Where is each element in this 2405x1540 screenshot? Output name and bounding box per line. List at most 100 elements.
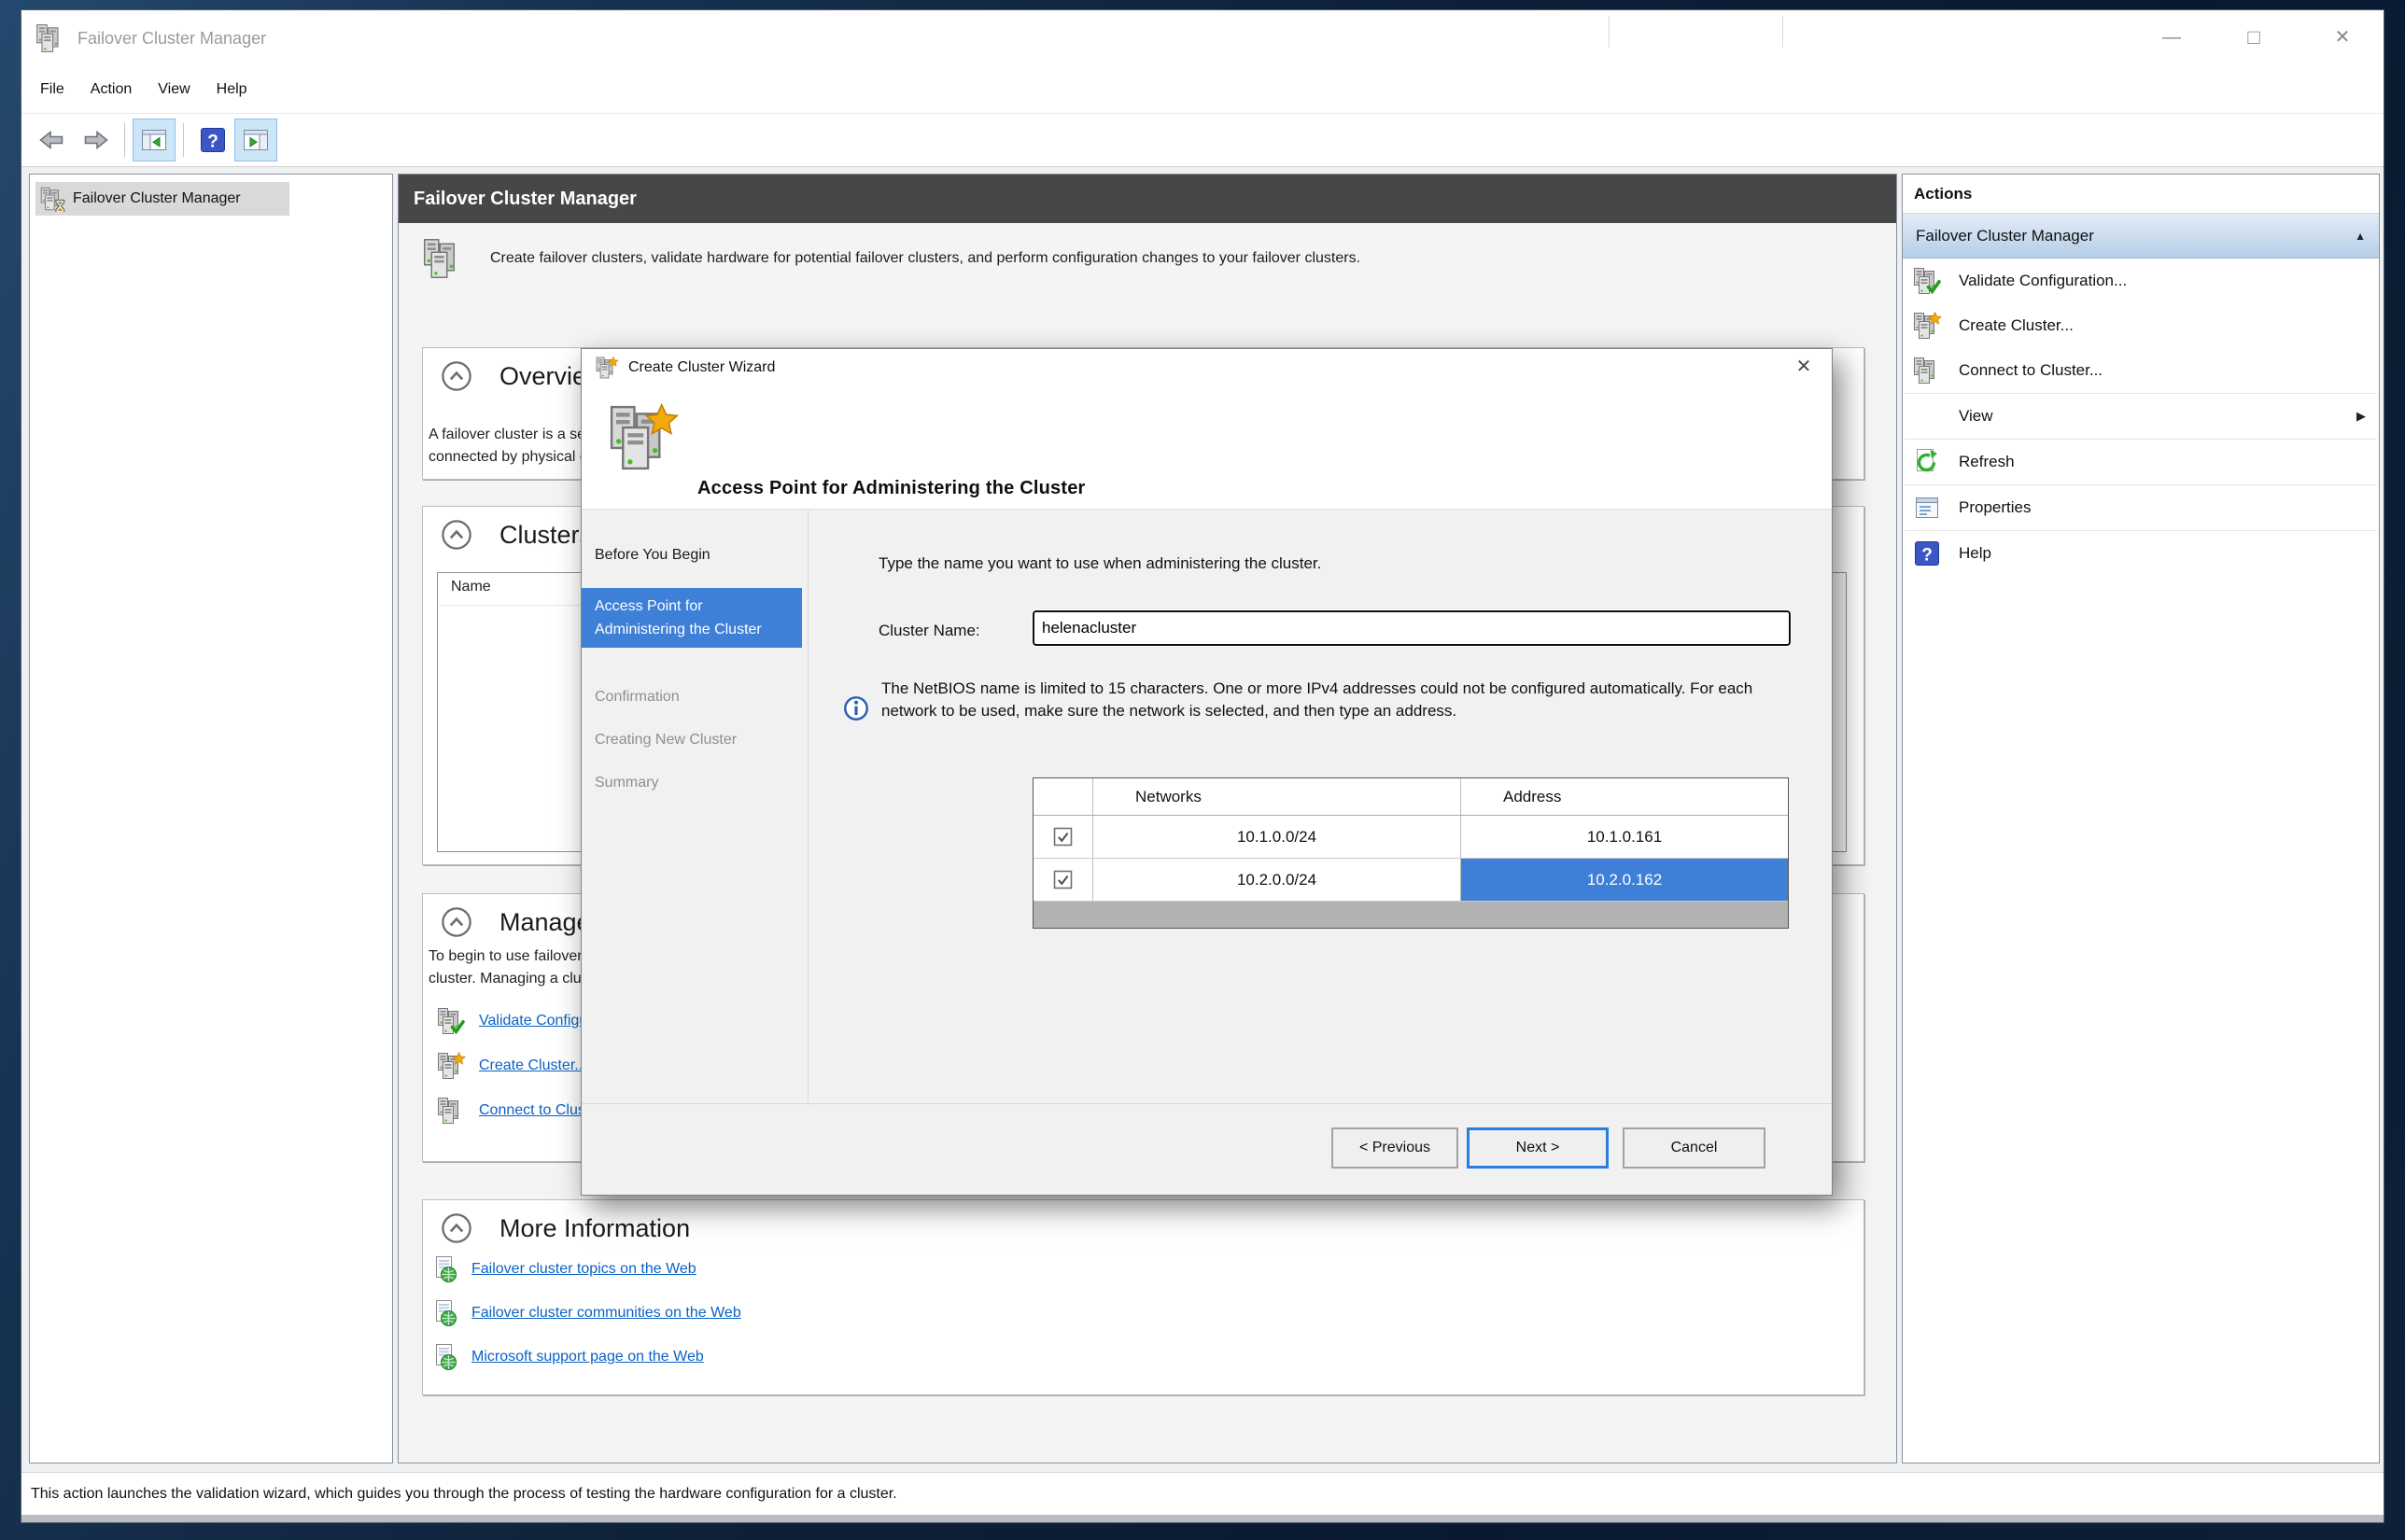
servers-check-icon — [436, 1006, 466, 1036]
info-text: The NetBIOS name is limited to 15 charac… — [881, 678, 1759, 722]
collapse-chevron-icon[interactable] — [440, 359, 473, 393]
main-panel-header: Failover Cluster Manager — [399, 175, 1896, 223]
tree-item-failover-cluster-manager[interactable]: Failover Cluster Manager — [35, 182, 289, 216]
intro-text: Create failover clusters, validate hardw… — [490, 250, 1360, 267]
clusters-header: Clusters — [440, 518, 592, 552]
back-button[interactable] — [31, 119, 74, 161]
step-creating-new-cluster: Creating New Cluster — [582, 732, 808, 749]
cancel-button[interactable]: Cancel — [1623, 1127, 1765, 1169]
network-2-address-selected[interactable]: 10.2.0.162 — [1461, 859, 1788, 901]
menu-view[interactable]: View — [145, 81, 203, 98]
minimize-button[interactable]: — — [2142, 10, 2201, 66]
icon-placeholder — [1912, 401, 1942, 431]
dialog-title: Create Cluster Wizard — [628, 359, 775, 376]
action-validate-configuration[interactable]: Validate Configuration... — [1903, 259, 2379, 303]
forward-button[interactable] — [74, 119, 117, 161]
back-arrow-icon — [37, 125, 67, 155]
console-tree-panel: Failover Cluster Manager — [29, 174, 393, 1463]
actions-pane-title: Actions — [1903, 175, 2379, 214]
failover-cluster-communities-link[interactable]: Failover cluster communities on the Web — [471, 1305, 741, 1322]
networks-table: Networks Address 10.1.0.0/24 10.1.0.161 … — [1033, 777, 1789, 929]
step-before-you-begin[interactable]: Before You Begin — [582, 547, 808, 564]
action-help[interactable]: Help — [1903, 531, 2379, 576]
network-2-checkbox[interactable] — [1034, 859, 1093, 901]
network-1-address[interactable]: 10.1.0.161 — [1461, 816, 1788, 858]
intro-row: Create failover clusters, validate hardw… — [421, 236, 1360, 281]
maximize-button[interactable]: □ — [2224, 10, 2284, 66]
wizard-icon — [595, 356, 619, 380]
help-toolbar-button[interactable] — [191, 119, 234, 161]
create-cluster-link-row: Create Cluster... — [436, 1051, 587, 1081]
servers-icon — [436, 1096, 466, 1126]
wizard-header: Access Point for Administering the Clust… — [582, 386, 1832, 510]
submenu-arrow-icon: ▶ — [2356, 409, 2366, 424]
actions-pane: Actions Failover Cluster Manager ▲ Valid… — [1902, 174, 2380, 1463]
menu-file[interactable]: File — [27, 81, 77, 98]
collapse-chevron-icon[interactable] — [440, 1211, 473, 1245]
action-view[interactable]: View ▶ — [1903, 394, 2379, 439]
action-pane-icon — [241, 125, 271, 155]
properties-icon — [1912, 493, 1942, 523]
create-cluster-wizard-dialog: Create Cluster Wizard ✕ Access Point for… — [581, 348, 1833, 1196]
section-more-information: More Information Failover cluster topics… — [422, 1199, 1864, 1395]
address-column-header[interactable]: Address — [1461, 778, 1788, 815]
action-connect-to-cluster[interactable]: Connect to Cluster... — [1903, 348, 2379, 393]
info-icon — [842, 694, 870, 722]
wizard-button-row: < Previous Next > Cancel — [582, 1103, 1832, 1195]
networks-column-header[interactable]: Networks — [1093, 778, 1461, 815]
collapse-triangle-icon[interactable]: ▲ — [2355, 230, 2366, 243]
networks-table-header: Networks Address — [1034, 778, 1788, 816]
status-bar-divider — [1782, 16, 1783, 48]
help-icon — [1912, 539, 1942, 568]
dialog-title-bar: Create Cluster Wizard ✕ — [582, 349, 1832, 386]
tree-item-label: Failover Cluster Manager — [73, 190, 241, 207]
action-label: Create Cluster... — [1959, 316, 2074, 335]
toolbar — [21, 113, 2384, 167]
refresh-icon — [1912, 447, 1942, 477]
management-text-line: cluster. Managing a cluster — [429, 971, 606, 987]
collapse-chevron-icon[interactable] — [440, 518, 473, 552]
action-create-cluster[interactable]: Create Cluster... — [1903, 303, 2379, 348]
collapse-chevron-icon[interactable] — [440, 905, 473, 939]
servers-icon — [421, 236, 466, 281]
action-label: Help — [1959, 544, 1991, 563]
servers-star-icon — [436, 1051, 466, 1081]
network-2-subnet[interactable]: 10.2.0.0/24 — [1093, 859, 1461, 901]
action-properties[interactable]: Properties — [1903, 485, 2379, 530]
menu-action[interactable]: Action — [77, 81, 145, 98]
cluster-name-input[interactable] — [1033, 610, 1791, 646]
network-1-subnet[interactable]: 10.1.0.0/24 — [1093, 816, 1461, 858]
wizard-page-heading: Access Point for Administering the Clust… — [697, 478, 1086, 499]
microsoft-support-page-link[interactable]: Microsoft support page on the Web — [471, 1349, 704, 1365]
step-access-point[interactable]: Access Point for Administering the Clust… — [582, 588, 802, 648]
actions-group-header[interactable]: Failover Cluster Manager ▲ — [1903, 214, 2379, 259]
show-action-pane-button[interactable] — [234, 119, 277, 161]
next-button[interactable]: Next > — [1467, 1127, 1609, 1169]
forward-arrow-icon — [80, 125, 110, 155]
cluster-name-label: Cluster Name: — [879, 622, 980, 640]
create-cluster-link[interactable]: Create Cluster... — [479, 1057, 587, 1074]
more-information-header: More Information — [440, 1211, 690, 1245]
failover-cluster-topics-link[interactable]: Failover cluster topics on the Web — [471, 1261, 696, 1278]
page-globe-icon — [430, 1254, 460, 1284]
status-text: This action launches the validation wiza… — [31, 1486, 897, 1503]
network-row-1: 10.1.0.0/24 10.1.0.161 — [1034, 816, 1788, 859]
action-refresh[interactable]: Refresh — [1903, 440, 2379, 484]
close-button[interactable]: ✕ — [2313, 10, 2372, 66]
clusters-name-column[interactable]: Name — [451, 579, 491, 595]
dialog-close-button[interactable]: ✕ — [1781, 349, 1826, 386]
network-1-checkbox[interactable] — [1034, 816, 1093, 858]
table-filler-row — [1034, 902, 1788, 928]
console-tree-icon — [139, 125, 169, 155]
toolbar-separator — [124, 123, 125, 157]
previous-button[interactable]: < Previous — [1331, 1127, 1458, 1169]
web-link-row: Microsoft support page on the Web — [430, 1342, 704, 1372]
wizard-content: Type the name you want to use when admin… — [809, 510, 1834, 1105]
menu-help[interactable]: Help — [204, 81, 260, 98]
action-label: Refresh — [1959, 453, 2015, 471]
show-console-tree-button[interactable] — [133, 119, 176, 161]
web-link-row: Failover cluster communities on the Web — [430, 1298, 741, 1328]
servers-star-icon-large — [606, 401, 679, 474]
page-globe-icon — [430, 1298, 460, 1328]
wizard-body: Before You Begin Access Point for Admini… — [582, 510, 1832, 1105]
